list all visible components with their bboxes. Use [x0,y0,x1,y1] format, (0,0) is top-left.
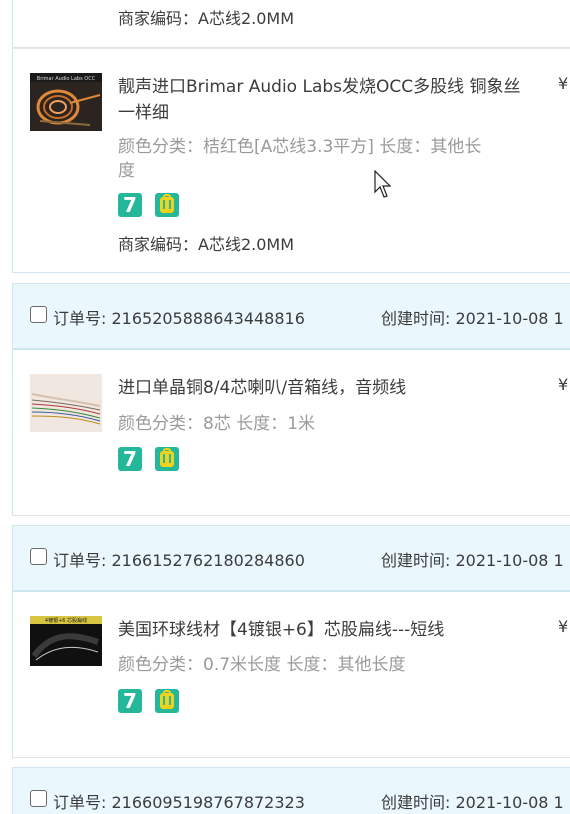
product-title[interactable]: 靓声进口Brimar Audio Labs发烧OCC多股线 铜象丝 [118,74,521,100]
shopping-bag-icon[interactable] [155,447,179,471]
seven-day-return-icon[interactable]: 7 [118,193,142,217]
order-number: 订单号: 2165205888643448816 [53,309,305,328]
order-header: 订单号: 2166152762180284860 创建时间: 2021-10-0… [12,525,570,591]
order-header: 订单号: 2166095198767872323 创建时间: 2021-10-0… [12,767,570,814]
seven-day-label: 7 [123,193,137,217]
product-thumbnail[interactable] [30,374,102,432]
product-thumbnail[interactable]: Brimar Audio Labs OCC [30,73,102,131]
product-attributes: 颜色分类：桔红色[A芯线3.3平方] 长度：其他长 [118,137,482,157]
product-title[interactable]: 进口单晶铜8/4芯喇叭/音箱线，音频线 [118,375,406,401]
seven-day-label: 7 [123,689,137,713]
order-header: 订单号: 2165205888643448816 创建时间: 2021-10-0… [12,283,570,349]
created-time: 创建时间: 2021-10-08 1 [381,793,564,812]
order-number: 订单号: 2166152762180284860 [53,551,305,570]
product-attributes: 颜色分类：0.7米长度 长度：其他长度 [118,655,406,675]
seven-day-return-icon[interactable]: 7 [118,689,142,713]
order-number: 订单号: 2166095198767872323 [53,793,305,812]
product-title[interactable]: 美国环球线材【4镀银+6】芯股扁线---短线 [118,617,444,643]
mouse-cursor-icon [374,170,392,198]
product-attributes-cont: 度 [118,161,135,181]
seven-day-return-icon[interactable]: 7 [118,447,142,471]
created-time: 创建时间: 2021-10-08 1 [381,551,564,570]
order-checkbox[interactable] [30,548,47,565]
price: ¥ [558,375,569,394]
thumbnail-caption: 4镀银+6 芯股扁线 [45,617,87,624]
created-time: 创建时间: 2021-10-08 1 [381,309,564,328]
shopping-bag-icon[interactable] [155,193,179,217]
seven-day-label: 7 [123,447,137,471]
thumbnail-caption: Brimar Audio Labs OCC [37,76,96,82]
order-checkbox[interactable] [30,790,47,807]
merchant-code: 商家编码：A芯线2.0MM [118,235,295,254]
order-checkbox[interactable] [30,306,47,323]
price: ¥ [558,617,569,636]
product-thumbnail[interactable]: 4镀银+6 芯股扁线 [30,616,102,666]
merchant-code: 商家编码：A芯线2.0MM [118,9,295,28]
price: ¥ [558,74,569,93]
shopping-bag-icon[interactable] [155,689,179,713]
product-title-cont[interactable]: 一样细 [118,100,169,126]
product-attributes: 颜色分类：8芯 长度：1米 [118,414,316,434]
